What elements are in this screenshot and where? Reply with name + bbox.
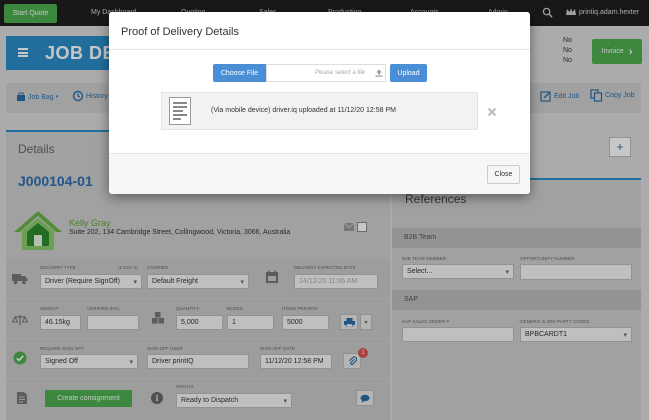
file-path-input[interactable]: Please select a file	[266, 64, 386, 82]
close-button[interactable]: Close	[487, 165, 520, 184]
choose-file-button[interactable]: Choose File	[213, 64, 266, 82]
modal-header: Proof of Delivery Details	[109, 12, 530, 50]
upload-icon	[375, 69, 383, 77]
upload-button[interactable]: Upload	[390, 64, 427, 82]
modal-footer	[109, 153, 530, 194]
uploaded-file-description: (Via mobile device) driver.iq uploaded a…	[211, 107, 396, 114]
proof-of-delivery-modal: Proof of Delivery Details Choose File Pl…	[109, 12, 530, 194]
modal-title: Proof of Delivery Details	[121, 26, 239, 38]
close-icon[interactable]	[487, 107, 497, 117]
file-thumbnail[interactable]	[169, 97, 191, 125]
